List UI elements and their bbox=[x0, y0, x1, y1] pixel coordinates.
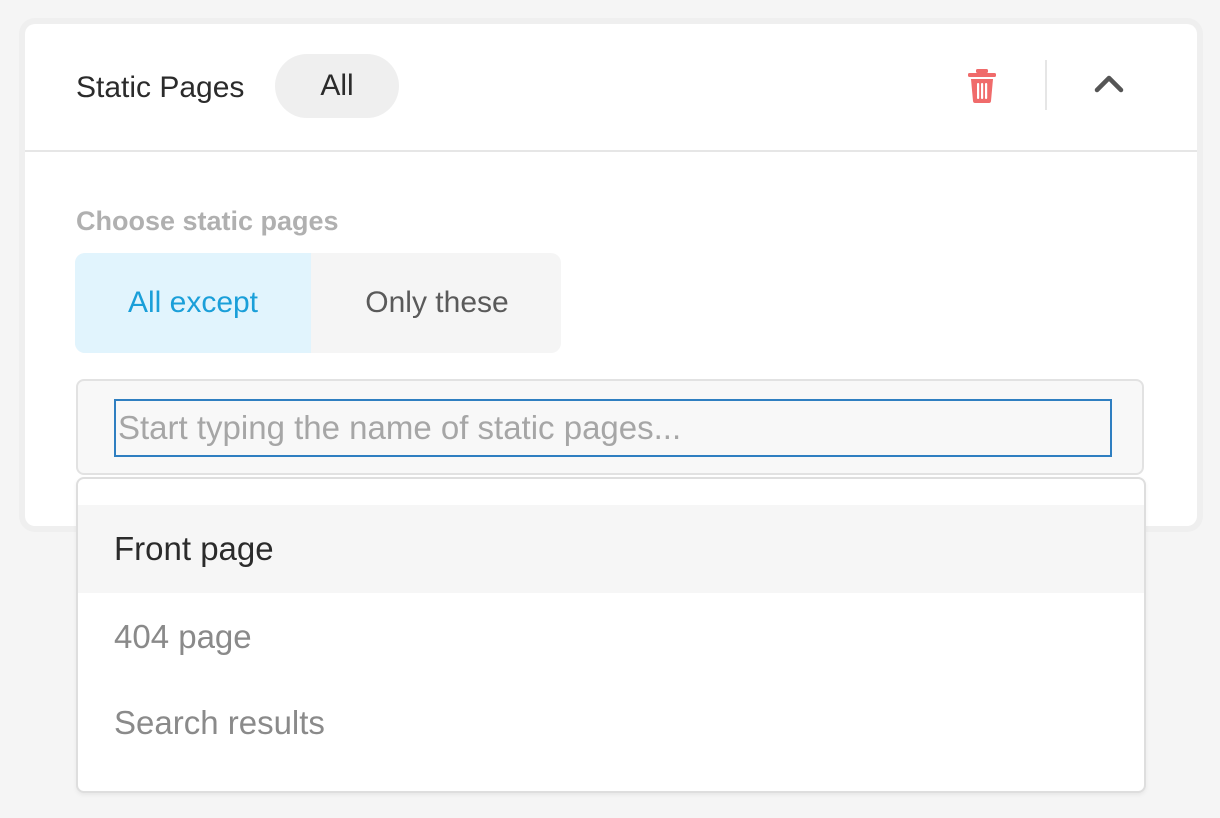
chevron-up-icon[interactable] bbox=[1094, 72, 1124, 94]
static-pages-search-input[interactable] bbox=[114, 399, 1112, 457]
scope-pill[interactable]: All bbox=[275, 54, 399, 118]
dropdown-option-404-page[interactable]: 404 page bbox=[78, 593, 1144, 681]
app-stage: Static Pages All Choose static pages All… bbox=[0, 0, 1220, 818]
panel-header: Static Pages All bbox=[25, 24, 1197, 152]
trash-icon[interactable] bbox=[965, 68, 999, 104]
dropdown-option-front-page[interactable]: Front page bbox=[78, 505, 1144, 593]
mode-segmented-control: All except Only these bbox=[75, 253, 561, 353]
all-except-toggle[interactable]: All except bbox=[75, 253, 311, 353]
header-divider bbox=[1045, 60, 1047, 110]
search-field-wrapper bbox=[76, 379, 1144, 475]
only-these-toggle[interactable]: Only these bbox=[313, 253, 561, 353]
choose-static-pages-label: Choose static pages bbox=[76, 206, 339, 236]
suggestions-dropdown: Front page 404 page Search results bbox=[76, 477, 1146, 793]
dropdown-option-search-results[interactable]: Search results bbox=[78, 679, 1144, 767]
panel-title: Static Pages bbox=[76, 71, 245, 104]
